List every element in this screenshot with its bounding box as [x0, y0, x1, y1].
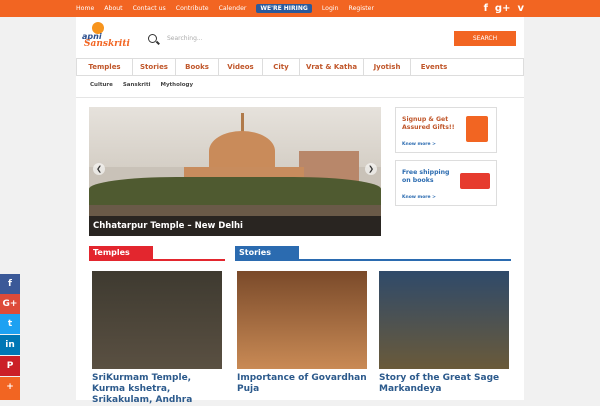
- slider-prev-icon[interactable]: ❮: [93, 163, 105, 175]
- top-nav: Home About Contact us Contribute Calende…: [76, 0, 384, 17]
- sub-nav: Culture Sanskriti Mythology: [90, 82, 203, 88]
- register-link[interactable]: Register: [349, 5, 374, 12]
- promo-signup[interactable]: Signup & Get Assured Gifts!! Know more >: [395, 107, 497, 153]
- divider: [76, 97, 524, 98]
- search-placeholder: Searching...: [167, 34, 203, 42]
- vine-icon[interactable]: v: [517, 2, 524, 15]
- section-temples-underline: [89, 259, 225, 261]
- main-nav: Temples Stories Books Videos City Vrat &…: [76, 58, 524, 76]
- promo-title: Signup & Get Assured Gifts!!: [402, 116, 455, 131]
- article-card[interactable]: SriKurmam Temple, Kurma kshetra, Srikaku…: [92, 271, 222, 406]
- main-container: apni Sanskriti Searching... SEARCH Templ…: [76, 17, 524, 405]
- nav-city[interactable]: City: [263, 59, 300, 75]
- truck-icon: [460, 173, 490, 189]
- section-stories-underline: [235, 259, 511, 261]
- search-icon: [148, 33, 157, 43]
- article-image[interactable]: [92, 271, 222, 369]
- login-link[interactable]: Login: [322, 5, 339, 12]
- article-image[interactable]: [379, 271, 509, 369]
- slide-caption[interactable]: Chhatarpur Temple – New Delhi: [89, 216, 381, 236]
- slider-next-icon[interactable]: ❯: [365, 163, 377, 175]
- topnav-home[interactable]: Home: [76, 5, 94, 12]
- slide-dome: [209, 131, 275, 171]
- promo-shipping[interactable]: Free shipping on books Know more >: [395, 160, 497, 206]
- promo-more-link[interactable]: Know more >: [402, 195, 436, 200]
- nav-stories[interactable]: Stories: [133, 59, 176, 75]
- subnav-culture[interactable]: Culture: [90, 82, 113, 88]
- nav-events[interactable]: Events: [411, 59, 457, 75]
- linkedin-share-icon[interactable]: in: [0, 335, 20, 355]
- shopping-bag-icon: [466, 116, 488, 142]
- logo-text-2: Sanskriti: [84, 39, 130, 49]
- featured-slider[interactable]: ❮ ❯ Chhatarpur Temple – New Delhi: [89, 107, 381, 236]
- article-title[interactable]: Importance of Govardhan Puja: [237, 373, 367, 395]
- section-temples[interactable]: Temples: [89, 246, 153, 260]
- google-plus-icon[interactable]: g+: [495, 2, 511, 15]
- topnav-calender[interactable]: Calender: [219, 5, 247, 12]
- facebook-icon[interactable]: f: [484, 2, 488, 15]
- search-input[interactable]: Searching...: [146, 30, 452, 46]
- subnav-mythology[interactable]: Mythology: [160, 82, 193, 88]
- article-title[interactable]: SriKurmam Temple, Kurma kshetra, Srikaku…: [92, 373, 222, 406]
- twitter-share-icon[interactable]: t: [0, 314, 20, 334]
- google-plus-share-icon[interactable]: G+: [0, 294, 20, 314]
- nav-books[interactable]: Books: [176, 59, 219, 75]
- article-card[interactable]: Importance of Govardhan Puja: [237, 271, 367, 395]
- facebook-share-icon[interactable]: f: [0, 274, 20, 294]
- article-title[interactable]: Story of the Great Sage Markandeya: [379, 373, 509, 395]
- topnav-contribute[interactable]: Contribute: [176, 5, 209, 12]
- promo-title: Free shipping on books: [402, 169, 450, 184]
- nav-jyotish[interactable]: Jyotish: [364, 59, 411, 75]
- topnav-about[interactable]: About: [104, 5, 122, 12]
- nav-vrat-katha[interactable]: Vrat & Katha: [300, 59, 364, 75]
- nav-temples[interactable]: Temples: [77, 59, 133, 75]
- pinterest-share-icon[interactable]: P: [0, 356, 20, 376]
- topnav-contact[interactable]: Contact us: [133, 5, 166, 12]
- section-stories[interactable]: Stories: [235, 246, 299, 260]
- subnav-sanskriti[interactable]: Sanskriti: [123, 82, 151, 88]
- social-links: f g+ v: [477, 2, 524, 15]
- slide-spire: [241, 113, 244, 133]
- article-card[interactable]: Story of the Great Sage Markandeya: [379, 271, 509, 395]
- search-button[interactable]: SEARCH: [454, 31, 516, 46]
- article-image[interactable]: [237, 271, 367, 369]
- top-bar: Home About Contact us Contribute Calende…: [0, 0, 600, 17]
- nav-videos[interactable]: Videos: [219, 59, 263, 75]
- more-share-icon[interactable]: +: [0, 377, 20, 400]
- hiring-badge[interactable]: WE'RE HIRING: [256, 4, 312, 13]
- promo-more-link[interactable]: Know more >: [402, 142, 436, 147]
- site-logo[interactable]: apni Sanskriti: [80, 22, 136, 50]
